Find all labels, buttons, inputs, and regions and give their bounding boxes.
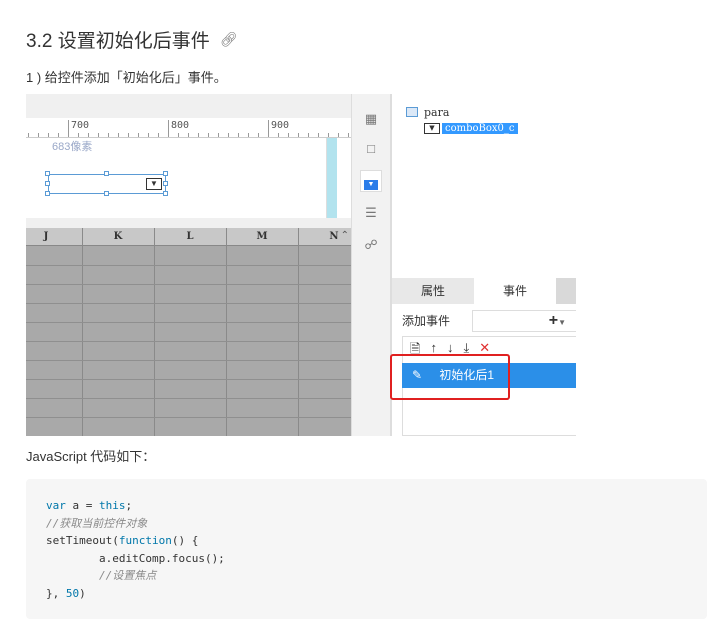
resize-handle[interactable] <box>45 181 50 186</box>
ruler-tick <box>38 133 39 137</box>
designer-area: 700 800 900 683像素 ▼ J K L M N ⌃ <box>26 94 351 436</box>
resize-handle[interactable] <box>45 191 50 196</box>
ruler-tick <box>218 133 219 137</box>
code-caption: JavaScript 代码如下： <box>26 449 156 464</box>
ruler-tick <box>68 133 69 137</box>
ruler-tick <box>78 133 79 137</box>
border-icon[interactable]: □ <box>360 138 382 160</box>
tree-child[interactable]: ▼ comboBox0_c <box>424 120 518 136</box>
ruler-tick <box>108 133 109 137</box>
resize-handle[interactable] <box>163 171 168 176</box>
resize-handle[interactable] <box>45 171 50 176</box>
ruler-tick <box>348 133 349 137</box>
add-event-button[interactable]: +▼ <box>549 311 566 333</box>
ruler-tick <box>88 133 89 137</box>
panel-tabs: 属性 事件 <box>392 278 576 304</box>
ruler-tick <box>298 133 299 137</box>
ruler-tick <box>208 133 209 137</box>
combobox-icon: ▼ <box>424 122 440 134</box>
resize-handle[interactable] <box>163 181 168 186</box>
cell-grid[interactable]: J K L M N ⌃ <box>26 228 351 436</box>
ruler-tick <box>148 133 149 137</box>
ruler-tick <box>328 133 329 137</box>
pixel-label: 683像素 <box>52 141 93 153</box>
column-header[interactable]: K <box>82 228 154 246</box>
ruler-tick <box>308 133 309 137</box>
add-event-label: 添加事件 <box>402 314 451 328</box>
ruler-tick <box>138 133 139 137</box>
ruler-tick <box>238 133 239 137</box>
column-header[interactable]: L <box>154 228 226 246</box>
ruler-tick <box>128 133 129 137</box>
scroll-up-icon[interactable]: ⌃ <box>341 230 349 241</box>
ruler-tick <box>168 133 169 137</box>
tab-events[interactable]: 事件 <box>474 278 556 304</box>
code-line: a.editComp.focus(); <box>46 551 225 565</box>
canvas-margin <box>326 138 351 218</box>
section-title: 3.2 设置初始化后事件 <box>26 31 210 52</box>
ruler-tick <box>118 133 119 137</box>
code-line: setTimeout(function() { <box>46 534 199 547</box>
resize-handle[interactable] <box>104 171 109 176</box>
form-icon <box>406 107 418 117</box>
step-text: 1 ) 给控件添加「初始化后」事件。 <box>26 70 227 85</box>
dropdown-arrow-icon: ▼ <box>146 178 162 190</box>
resize-handle[interactable] <box>104 191 109 196</box>
link-chain-icon[interactable]: ☍ <box>360 234 382 256</box>
ruler-tick <box>338 133 339 137</box>
code-comment: //获取当前控件对象 <box>46 516 148 530</box>
cell-attr-icon[interactable]: ▦ <box>360 108 382 130</box>
ruler-tick <box>188 133 189 137</box>
code-block[interactable]: var a = this; //获取当前控件对象 setTimeout(func… <box>26 479 707 619</box>
ruler-tick <box>248 133 249 137</box>
side-toolstrip: ▦ □ ▼ ☰ ☍ <box>351 94 391 436</box>
add-event-dropdown[interactable]: +▼ <box>472 310 576 332</box>
code-line: var a = this; <box>46 499 133 512</box>
tab-properties[interactable]: 属性 <box>392 278 474 304</box>
resize-handle[interactable] <box>163 191 168 196</box>
ruler-tick <box>178 133 179 137</box>
ruler-tick <box>28 133 29 137</box>
ruler-tick <box>268 133 269 137</box>
ruler-tick <box>288 133 289 137</box>
ruler-tick <box>58 133 59 137</box>
ruler-tick <box>318 133 319 137</box>
list-icon[interactable]: ☰ <box>360 202 382 224</box>
ruler-tick <box>278 133 279 137</box>
code-line: }, 50) <box>46 586 86 600</box>
link-icon[interactable]: 🔗︎ <box>220 31 238 48</box>
widget-icon[interactable]: ▼ <box>360 170 382 192</box>
ruler-tick <box>98 133 99 137</box>
ruler-tick <box>158 133 159 137</box>
code-comment: //设置焦点 <box>46 569 157 582</box>
ruler-tick <box>198 133 199 137</box>
ruler-tick <box>228 133 229 137</box>
designer-screenshot: 700 800 900 683像素 ▼ J K L M N ⌃ ▦ □ ▼ ☰ … <box>26 94 576 436</box>
column-header[interactable]: M <box>226 228 298 246</box>
highlight-box <box>390 354 510 400</box>
section-heading: 3.2 设置初始化后事件 🔗︎ <box>26 26 237 53</box>
ruler-tick <box>48 133 49 137</box>
column-header[interactable]: J <box>26 228 66 246</box>
ruler: 700 800 900 <box>26 118 351 138</box>
widget-tree: para ▼ comboBox0_c <box>406 104 518 136</box>
tree-root[interactable]: para <box>406 104 518 120</box>
ruler-tick <box>258 133 259 137</box>
